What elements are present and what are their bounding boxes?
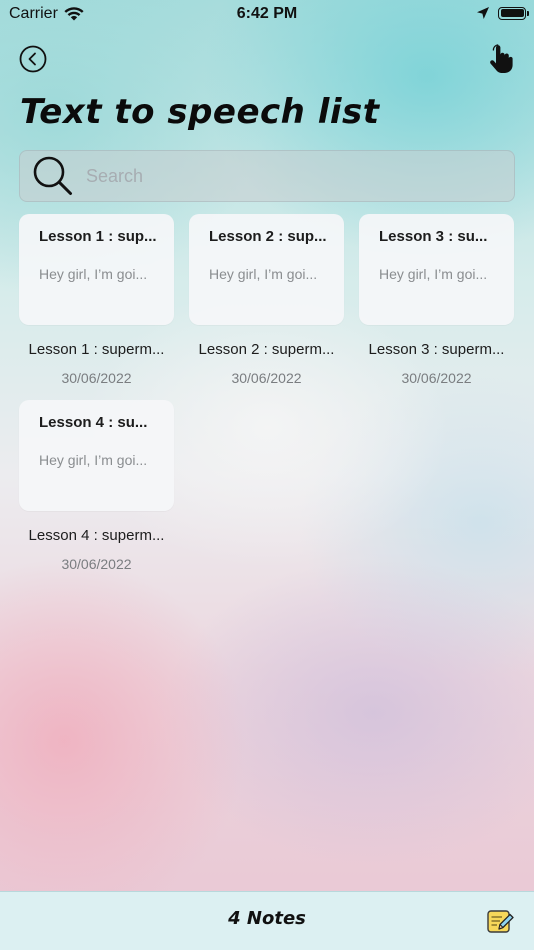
note-item[interactable]: Lesson 1 : sup... Hey girl, I’m goi... L…	[19, 214, 174, 386]
note-name: Lesson 3 : superm...	[368, 341, 505, 358]
note-card-title: Lesson 4 : su...	[39, 414, 148, 431]
note-card[interactable]: Lesson 4 : su... Hey girl, I’m goi...	[19, 400, 174, 511]
note-name: Lesson 1 : superm...	[28, 341, 165, 358]
tap-gesture-button[interactable]	[488, 44, 514, 74]
compose-note-button[interactable]	[486, 907, 514, 935]
note-name: Lesson 2 : superm...	[198, 341, 335, 358]
search-bar[interactable]	[19, 150, 515, 202]
note-item[interactable]: Lesson 4 : su... Hey girl, I’m goi... Le…	[19, 400, 174, 572]
note-card[interactable]: Lesson 1 : sup... Hey girl, I’m goi...	[19, 214, 174, 325]
note-card-title: Lesson 3 : su...	[379, 228, 488, 245]
notes-count: 4 Notes	[228, 908, 306, 929]
note-card-title: Lesson 1 : sup...	[39, 228, 156, 245]
chevron-left-circle-icon	[19, 45, 47, 73]
page-title: Text to speech list	[20, 92, 380, 132]
notes-grid: Lesson 1 : sup... Hey girl, I’m goi... L…	[19, 214, 515, 572]
note-date: 30/06/2022	[401, 370, 472, 386]
note-item[interactable]: Lesson 2 : sup... Hey girl, I’m goi... L…	[189, 214, 344, 386]
note-pencil-icon	[487, 910, 514, 933]
note-card-preview: Hey girl, I’m goi...	[39, 266, 148, 282]
status-time: 6:42 PM	[236, 5, 298, 22]
search-icon	[33, 156, 72, 195]
hand-pointer-icon	[490, 44, 513, 73]
note-date: 30/06/2022	[61, 556, 132, 572]
bottom-toolbar: 4 Notes	[0, 891, 534, 950]
note-name: Lesson 4 : superm...	[28, 527, 165, 544]
note-card-preview: Hey girl, I’m goi...	[39, 452, 148, 468]
note-date: 30/06/2022	[61, 370, 132, 386]
search-input[interactable]	[84, 155, 514, 197]
battery-icon	[498, 6, 529, 20]
note-date: 30/06/2022	[231, 370, 302, 386]
note-card[interactable]: Lesson 3 : su... Hey girl, I’m goi...	[359, 214, 514, 325]
status-bar: Carrier 6:42 PM	[0, 0, 534, 30]
note-card-preview: Hey girl, I’m goi...	[379, 266, 488, 282]
status-right-group	[476, 6, 529, 20]
back-button[interactable]	[19, 45, 47, 73]
note-card[interactable]: Lesson 2 : sup... Hey girl, I’m goi...	[189, 214, 344, 325]
note-item[interactable]: Lesson 3 : su... Hey girl, I’m goi... Le…	[359, 214, 514, 386]
note-card-title: Lesson 2 : sup...	[209, 228, 326, 245]
location-arrow-icon	[477, 7, 489, 19]
note-card-preview: Hey girl, I’m goi...	[209, 266, 318, 282]
